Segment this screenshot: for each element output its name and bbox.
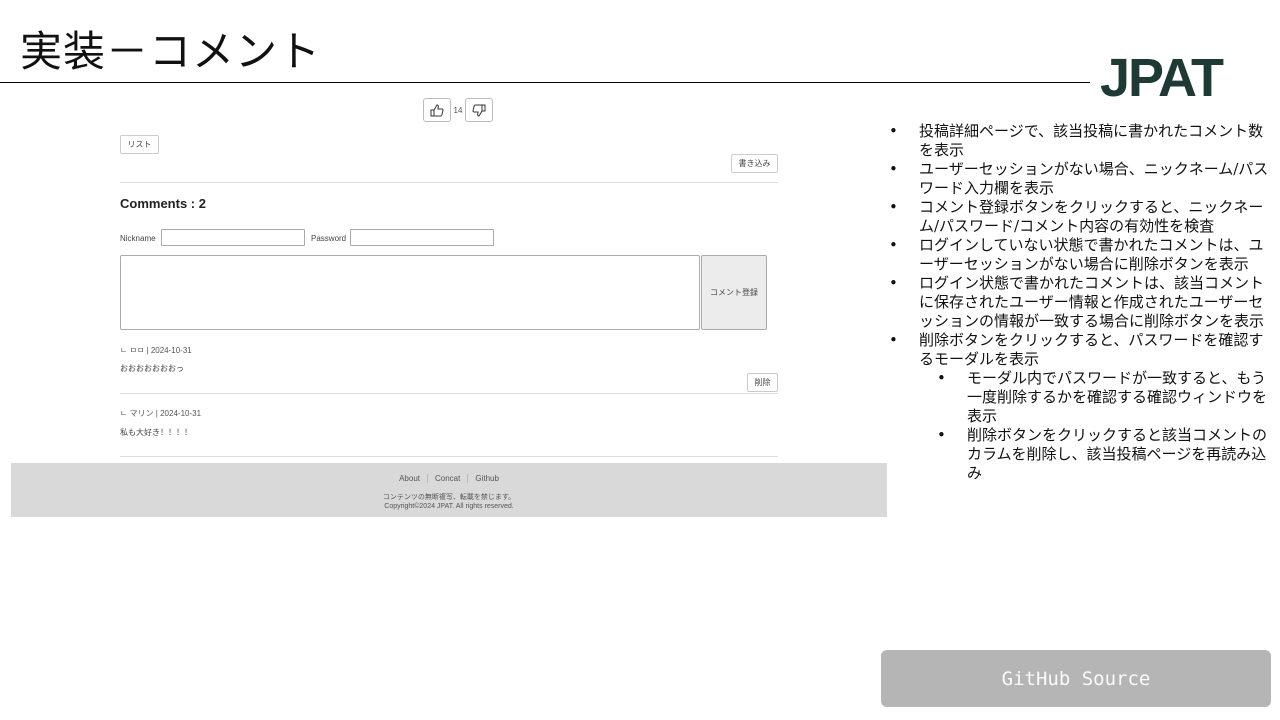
list-button[interactable]: リスト <box>120 135 159 154</box>
note-item: ユーザーセッションがない場合、ニックネーム/パスワード入力欄を表示 <box>886 160 1276 198</box>
sub-note-item: モーダル内でパスワードが一致すると、もう一度削除するかを確認する確認ウィンドウを… <box>886 369 1276 426</box>
thumbs-down-icon <box>472 104 486 117</box>
comment-body: おおおおおおおっ <box>120 364 184 373</box>
nickname-input[interactable] <box>161 229 305 246</box>
write-button[interactable]: 書き込み <box>731 154 778 173</box>
password-label: Password <box>311 234 347 243</box>
note-item: ログインしていない状態で書かれたコメントは、ユーザーセッションがない場合に削除ボ… <box>886 236 1276 274</box>
comment-body: 私も大好き！！！！ <box>120 428 192 437</box>
note-item: コメント登録ボタンをクリックすると、ニックネーム/パスワード/コメント内容の有効… <box>886 198 1276 236</box>
comment-submit-button[interactable]: コメント登録 <box>701 255 767 330</box>
comment-meta: ㄴ ㅁㅁ | 2024-10-31 <box>120 346 192 355</box>
note-item: ログイン状態で書かれたコメントは、該当コメントに保存されたユーザー情報と作成され… <box>886 274 1276 331</box>
divider <box>120 393 778 394</box>
site-footer: About Concat Github コンテンツの無断複写、転載を禁じます。 … <box>11 463 887 517</box>
vote-bar: 14 <box>423 98 493 122</box>
feature-notes: 投稿詳細ページで、該当投稿に書かれたコメント数を表示 ユーザーセッションがない場… <box>886 122 1276 483</box>
sub-note-item: 削除ボタンをクリックすると該当コメントのカラムを削除し、該当投稿ページを再読み込… <box>886 426 1276 483</box>
password-input[interactable] <box>350 229 494 246</box>
footer-link-about[interactable]: About <box>392 474 427 483</box>
comment-meta: ㄴ マリン | 2024-10-31 <box>120 409 202 418</box>
dislike-button[interactable] <box>465 98 493 122</box>
note-item: 投稿詳細ページで、該当投稿に書かれたコメント数を表示 <box>886 122 1276 160</box>
like-count: 14 <box>453 105 463 115</box>
thumbs-up-icon <box>430 103 444 116</box>
title-divider <box>0 82 1090 83</box>
comment-textarea[interactable] <box>120 255 700 330</box>
github-source-button[interactable]: GitHub Source <box>881 650 1271 707</box>
slide-title: 実装－コメント <box>20 27 322 76</box>
like-button[interactable] <box>423 98 451 122</box>
nickname-label: Nickname <box>120 234 156 243</box>
jpat-logo: JPAT <box>1100 48 1224 108</box>
divider <box>120 182 778 183</box>
footer-links: About Concat Github <box>11 474 887 483</box>
comment-screenshot: 14 リスト 書き込み Comments : 2 Nickname Passwo… <box>11 92 887 518</box>
footer-link-github[interactable]: Github <box>467 474 506 483</box>
footer-copyright: Copyright©2024 JPAT. All rights reserved… <box>384 503 514 510</box>
footer-notice: コンテンツの無断複写、転載を禁じます。 <box>382 494 516 501</box>
delete-button[interactable]: 削除 <box>747 373 778 392</box>
note-item: 削除ボタンをクリックすると、パスワードを確認するモーダルを表示 <box>886 331 1276 369</box>
footer-link-concat[interactable]: Concat <box>426 474 467 483</box>
comments-heading: Comments : 2 <box>120 196 206 211</box>
divider <box>120 456 778 457</box>
